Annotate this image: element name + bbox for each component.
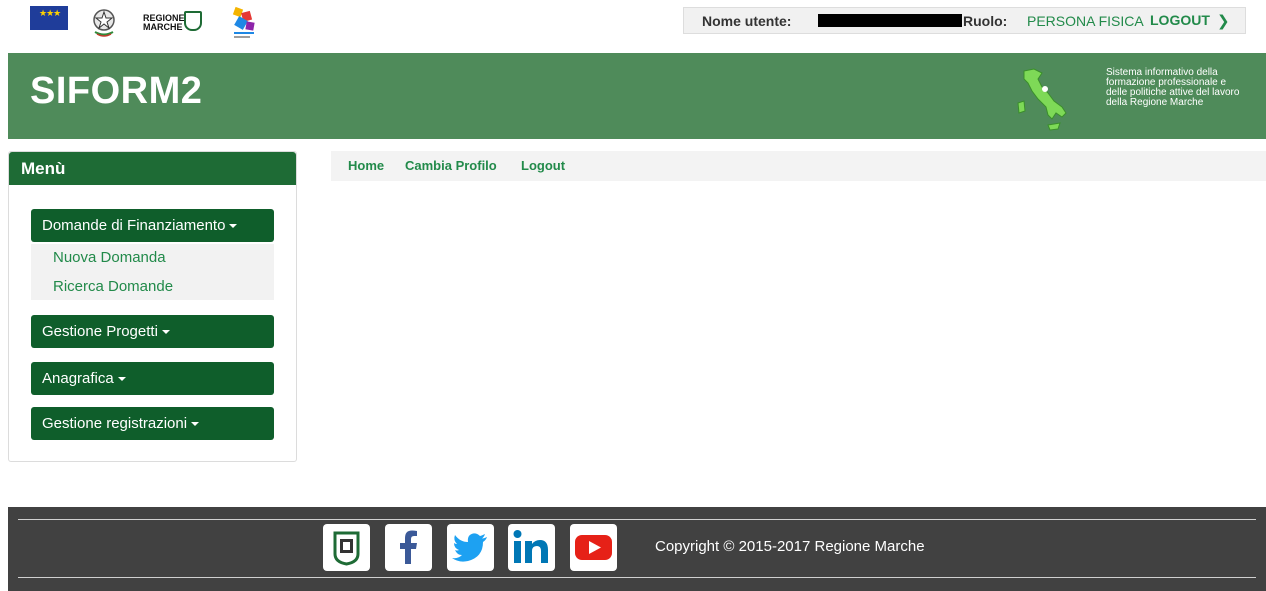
menu-gestione-registrazioni-button[interactable]: Gestione registrazioni: [31, 407, 274, 440]
top-logout-link[interactable]: LOGOUT: [1150, 12, 1210, 28]
site-header: SIFORM2 Sistema informativo della formaz…: [8, 53, 1266, 139]
user-info-box: Nome utente: Ruolo: PERSONA FISICA LOGOU…: [683, 7, 1246, 34]
facebook-icon[interactable]: [385, 524, 432, 571]
sidebar-menu: Menù Domande di Finanziamento Nuova Doma…: [8, 151, 297, 462]
nav-home-link[interactable]: Home: [348, 158, 384, 173]
role-label: Ruolo:: [963, 13, 1008, 29]
nav-cambia-profilo-link[interactable]: Cambia Profilo: [405, 158, 497, 173]
menu-gestione-progetti-button[interactable]: Gestione Progetti: [31, 315, 274, 348]
caret-down-icon: [117, 377, 126, 382]
submenu-item-nuova-domanda[interactable]: Nuova Domanda: [53, 249, 166, 266]
caret-down-icon: [229, 224, 238, 229]
role-value: PERSONA FISICA: [1027, 13, 1144, 29]
regione-marche-logo: REGIONE MARCHE: [143, 6, 205, 40]
chevron-right-icon[interactable]: ❯: [1217, 12, 1230, 30]
menu-anagrafica-button[interactable]: Anagrafica: [31, 362, 274, 395]
caret-down-icon: [191, 422, 200, 427]
fse-logo: [228, 6, 260, 40]
menu-domande-finanziamento-button[interactable]: Domande di Finanziamento: [31, 209, 274, 242]
submenu-item-ricerca-domande[interactable]: Ricerca Domande: [53, 278, 173, 295]
menu-label: Gestione Progetti: [42, 323, 158, 340]
redacted-username: [818, 14, 962, 27]
submenu-domande: Nuova Domanda Ricerca Domande: [31, 244, 274, 300]
footer-divider: [18, 577, 1256, 578]
header-description: Sistema informativo della formazione pro…: [1106, 67, 1240, 108]
menu-label: Gestione registrazioni: [42, 415, 188, 432]
twitter-icon[interactable]: [447, 524, 494, 571]
regione-marche-icon[interactable]: [323, 524, 370, 571]
top-nav-bar: Home Cambia Profilo Logout: [331, 151, 1266, 181]
italy-map-icon: [1012, 67, 1072, 133]
sidebar-title: Menù: [9, 152, 296, 185]
italian-republic-emblem-logo: [91, 6, 117, 40]
eu-flag-logo: ★★★: [30, 6, 68, 40]
menu-label: Domande di Finanziamento: [42, 217, 226, 234]
caret-down-icon: [161, 330, 170, 335]
footer-divider: [18, 519, 1256, 520]
username-label: Nome utente:: [702, 13, 792, 29]
nav-logout-link[interactable]: Logout: [521, 158, 565, 173]
youtube-icon[interactable]: [570, 524, 617, 571]
menu-label: Anagrafica: [42, 370, 114, 387]
copyright-text: Copyright © 2015-2017 Regione Marche: [655, 538, 925, 555]
site-footer: Copyright © 2015-2017 Regione Marche: [8, 507, 1266, 591]
app-title: SIFORM2: [30, 70, 203, 112]
top-logo-bar: ★★★ REGIONE MARCHE Nome utente: Ruolo: PE…: [0, 0, 1266, 52]
linkedin-icon[interactable]: [508, 524, 555, 571]
